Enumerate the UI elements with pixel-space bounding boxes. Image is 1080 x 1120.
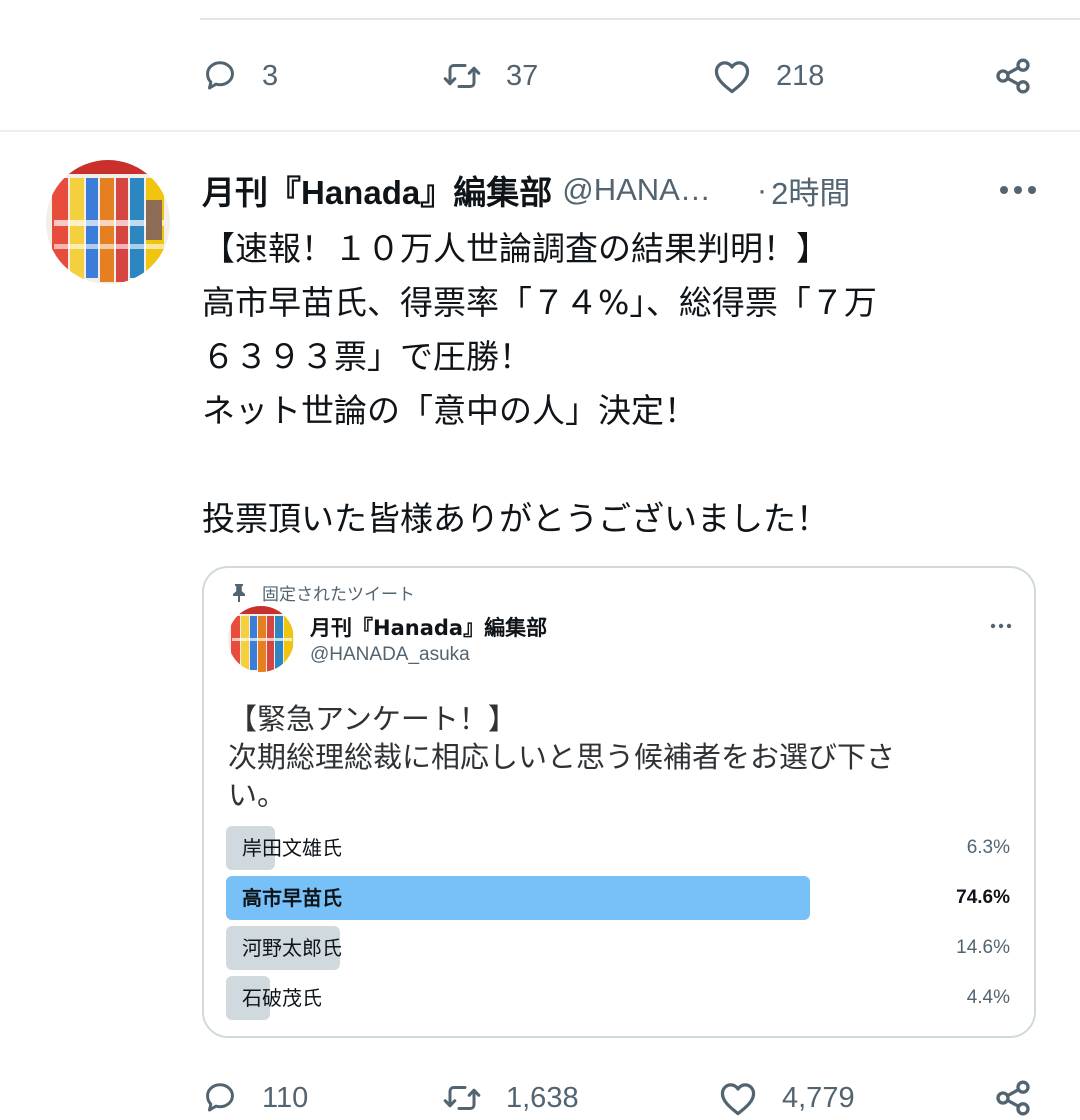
header-separator: · (756, 172, 768, 207)
quoted-author-handle[interactable]: @HANADA_asuka (310, 644, 470, 666)
like-icon (714, 61, 750, 94)
magazine-cover-avatar-image (46, 160, 170, 284)
poll-option-label: 河野太郎氏 (242, 936, 342, 960)
poll-option-winner: 高市早苗氏 74.6% (226, 876, 1010, 920)
reply-icon (206, 61, 234, 90)
quoted-more-button[interactable] (990, 614, 1012, 633)
tweet-action-bar: 110 1,638 4,779 (200, 1068, 1040, 1120)
share-icon (996, 1080, 1030, 1116)
more-button[interactable] (998, 166, 1038, 214)
retweet-icon (443, 64, 481, 88)
poll-option-label: 石破茂氏 (242, 986, 322, 1010)
poll-option: 石破茂氏 4.4% (226, 976, 1010, 1020)
quoted-tweet-content: 月刊『Hanada』編集部 @HANADA_asuka 【緊急アンケート！】 次… (202, 566, 1036, 1038)
retweet-count: 1,638 (506, 1081, 579, 1114)
avatar[interactable] (46, 160, 170, 284)
quoted-text-line: い。 (228, 778, 287, 812)
share-icon (996, 58, 1030, 94)
tweet-text: 【速報！１０万人世論調査の結果判明！】 高市早苗氏、得票率「７４%」、総得票「７… (202, 222, 1042, 546)
share-button[interactable] (992, 1078, 1034, 1118)
poll-option: 岸田文雄氏 6.3% (226, 826, 1010, 870)
previous-tweet-action-bar: 3 37 218 (200, 46, 1040, 106)
tweet-text-line: ６３９３票」で圧勝！ (202, 337, 532, 376)
retweet-icon (443, 1086, 481, 1110)
poll-option-label: 高市早苗氏 (242, 886, 342, 910)
tweet-divider (0, 130, 1080, 132)
tweet-timestamp[interactable]: 2時間 (771, 168, 850, 213)
like-count: 218 (776, 59, 825, 92)
more-icon (990, 623, 1012, 629)
share-button[interactable] (992, 56, 1034, 96)
poll-option-percent: 4.4% (966, 987, 1010, 1008)
quoted-author-display-name[interactable]: 月刊『Hanada』編集部 (310, 612, 547, 642)
author-display-name[interactable]: 月刊『Hanada』編集部 (202, 166, 552, 214)
reply-icon (206, 1083, 234, 1112)
quoted-text-line: 【緊急アンケート！】 (228, 702, 517, 736)
like-button[interactable]: 218 (712, 58, 824, 94)
reply-button[interactable]: 110 (202, 1080, 308, 1116)
tweet-header: 月刊『Hanada』編集部 @HANA… · 2時間 (202, 166, 1042, 214)
tweet-text-line: 高市早苗氏、得票率「７４%」、総得票「７万 (202, 283, 877, 322)
poll-option-label: 岸田文雄氏 (242, 836, 342, 860)
poll-option-percent: 6.3% (966, 837, 1010, 858)
more-icon (1000, 186, 1036, 194)
like-count: 4,779 (782, 1081, 855, 1114)
tweet-text-line: 【速報！１０万人世論調査の結果判明！】 (202, 229, 829, 268)
poll-option-percent: 14.6% (956, 937, 1010, 958)
like-button[interactable]: 4,779 (718, 1080, 855, 1116)
reply-button[interactable]: 3 (202, 58, 278, 94)
poll-option-percent: 74.6% (956, 887, 1010, 908)
tweet-text-line: 投票頂いた皆様ありがとうございました！ (202, 499, 829, 538)
retweet-count: 37 (506, 59, 539, 92)
quoted-text-line: 次期総理総裁に相応しいと思う候補者をお選び下さ (228, 740, 896, 774)
like-icon (720, 1083, 756, 1116)
reply-count: 3 (262, 59, 279, 92)
retweet-button[interactable]: 37 (442, 58, 538, 94)
reply-count: 110 (262, 1081, 309, 1114)
quoted-tweet-text: 【緊急アンケート！】 次期総理総裁に相応しいと思う候補者をお選び下さ い。 (228, 700, 988, 814)
poll-option: 河野太郎氏 14.6% (226, 926, 1010, 970)
tweet-text-line: ネット世論の「意中の人」決定！ (202, 391, 697, 430)
author-handle[interactable]: @HANA… (562, 172, 711, 208)
previous-tweet-rule (200, 18, 1080, 20)
retweet-button[interactable]: 1,638 (442, 1080, 579, 1116)
